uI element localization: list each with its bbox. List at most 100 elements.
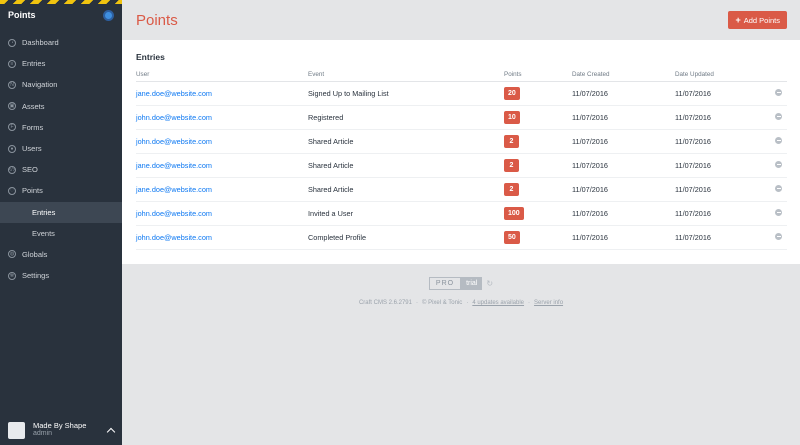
delete-icon[interactable] [775,232,782,240]
sidebar-item-points[interactable]: ♡ Points [0,180,122,201]
table-header-row: User Event Points Date Created Date Upda… [136,69,787,82]
forms-icon: F [8,123,16,132]
delete-icon[interactable] [775,208,782,216]
delete-icon[interactable] [775,136,782,144]
actions-cell [775,105,787,130]
column-header-date-created[interactable]: Date Created [572,69,675,82]
footer: PRO trial ↻ Craft CMS 2.6.2791 · © Pixel &… [122,264,800,306]
delete-icon[interactable] [775,184,782,192]
user-email-link[interactable]: john.doe@website.com [136,129,308,154]
date-created: 11/07/2016 [572,153,675,178]
edition-label: PRO [428,277,462,290]
user-email-link[interactable]: jane.doe@website.com [136,153,308,178]
sidebar-item-events-sub[interactable]: Events [0,223,122,244]
column-header-date-updated[interactable]: Date Updated [675,69,775,82]
event-name: Shared Article [308,177,504,202]
avatar [8,421,25,439]
entries-table: User Event Points Date Created Date Upda… [136,69,787,250]
user-email-link[interactable]: jane.doe@website.com [136,81,308,106]
delete-icon[interactable] [775,88,782,96]
sidebar-item-label: Entries [32,207,56,217]
add-points-button[interactable]: + Add Points [728,11,787,29]
points-badge: 2 [504,158,519,172]
date-updated: 11/07/2016 [675,201,775,226]
copyright-text: © Pixel & Tonic [421,300,463,306]
sidebar-item-entries-sub[interactable]: Entries [0,201,122,223]
date-updated: 11/07/2016 [675,81,775,106]
footer-links: Craft CMS 2.6.2791 · © Pixel & Tonic · 4 upd… [358,300,564,306]
entries-icon: ≡ [8,59,16,68]
sidebar-item-seo[interactable]: </> SEO [0,159,122,180]
user-email-link[interactable]: john.doe@website.com [136,105,308,130]
delete-icon[interactable] [775,112,782,120]
sidebar-item-label: Users [22,144,42,154]
points-cell: 20 [504,81,572,106]
updates-link[interactable]: 4 updates available [472,300,524,306]
user-email-link[interactable]: jane.doe@website.com [136,177,308,202]
page-header: Points + Add Points [122,0,800,40]
points-badge: 2 [504,182,519,196]
user-menu[interactable]: Made By Shape admin [0,415,122,445]
sidebar-item-entries[interactable]: ≡ Entries [0,53,122,74]
refresh-icon[interactable]: ↻ [486,279,493,288]
column-header-points[interactable]: Points [504,69,572,82]
sidebar-item-dashboard[interactable]: ◔ Dashboard [0,32,122,53]
sidebar-item-assets[interactable]: ▣ Assets [0,96,122,117]
date-updated: 11/07/2016 [675,153,775,178]
add-points-label: Add Points [743,15,780,25]
date-created: 11/07/2016 [572,129,675,154]
assets-icon: ▣ [8,102,16,111]
sidebar-item-label: Entries [22,59,46,69]
column-header-user[interactable]: User [136,69,308,82]
sidebar-item-label: Navigation [22,80,58,90]
chevron-up-icon[interactable] [106,427,116,436]
edition-badge[interactable]: PRO trial ↻ [428,277,493,290]
points-badge: 2 [504,134,519,148]
site-name[interactable]: Points [8,10,36,20]
entries-title: Entries [136,52,165,62]
sidebar-item-label: Points [22,186,43,196]
points-badge: 10 [504,110,520,124]
trial-label: trial [461,277,483,290]
date-updated: 11/07/2016 [675,177,775,202]
date-created: 11/07/2016 [572,201,675,226]
table-row: john.doe@website.com Invited a User 100 11/… [136,201,787,226]
navigation-icon: N [8,80,16,89]
sidebar-item-forms[interactable]: F Forms [0,117,122,138]
sidebar: Points ◔ Dashboard ≡ Entries N Navigation ▣ Ass… [0,0,122,445]
user-email-link[interactable]: john.doe@website.com [136,225,308,250]
points-cell: 2 [504,129,572,154]
sidebar-item-navigation[interactable]: N Navigation [0,74,122,95]
event-name: Invited a User [308,201,504,226]
actions-cell [775,177,787,202]
user-role: admin [33,430,53,438]
event-name: Signed Up to Mailing List [308,81,504,106]
sidebar-item-users[interactable]: ● Users [0,138,122,159]
column-header-event[interactable]: Event [308,69,504,82]
system-status-icon[interactable] [103,9,114,21]
event-name: Shared Article [308,153,504,178]
delete-icon[interactable] [775,160,782,168]
event-name: Shared Article [308,129,504,154]
server-info-link[interactable]: Server info [534,300,563,306]
points-badge: 50 [504,230,520,244]
user-email-link[interactable]: john.doe@website.com [136,201,308,226]
sidebar-item-settings[interactable]: ✻ Settings [0,265,122,286]
points-cell: 10 [504,105,572,130]
table-row: john.doe@website.com Completed Profile 50 1… [136,225,787,250]
date-created: 11/07/2016 [572,177,675,202]
globals-icon: ◍ [8,250,16,259]
actions-cell [775,81,787,106]
table-row: jane.doe@website.com Shared Article 2 11/07… [136,177,787,202]
sidebar-item-label: Globals [22,249,48,259]
date-updated: 11/07/2016 [675,105,775,130]
table-row: john.doe@website.com Shared Article 2 11/07… [136,129,787,154]
points-cell: 2 [504,177,572,202]
actions-cell [775,129,787,154]
table-row: jane.doe@website.com Shared Article 2 11/07… [136,153,787,178]
points-cell: 100 [504,201,572,226]
event-name: Registered [308,105,504,130]
table-row: john.doe@website.com Registered 10 11/07/20… [136,105,787,130]
sidebar-item-globals[interactable]: ◍ Globals [0,244,122,265]
date-created: 11/07/2016 [572,105,675,130]
